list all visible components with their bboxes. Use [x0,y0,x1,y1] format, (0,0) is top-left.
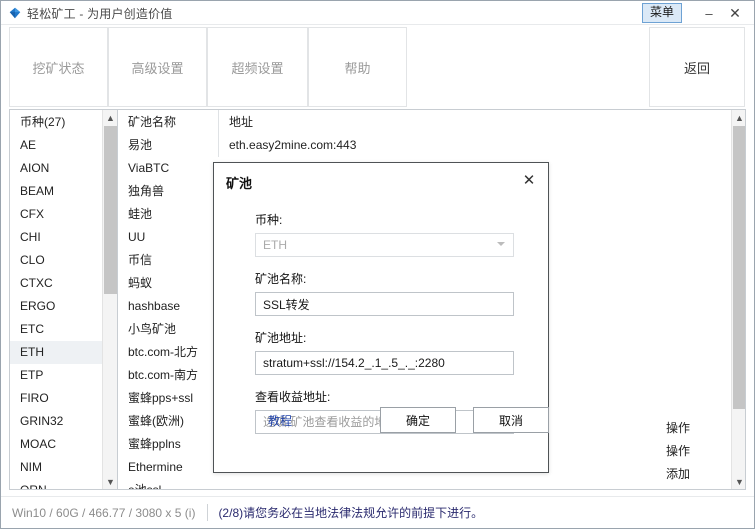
tab-bar: 挖矿状态 高级设置 超频设置 帮助 返回 [1,25,754,109]
earnings-address-field-label: 查看收益地址: [255,390,331,404]
minimize-button[interactable]: – [696,2,722,24]
pool-operations-column: 操作 操作 添加 [666,417,716,486]
pool-name-item[interactable]: btc.com-南方 [118,364,218,387]
pool-scrollbar-thumb[interactable] [733,126,745,409]
pool-name-item[interactable]: 小鸟矿池 [118,318,218,341]
tab-overclock-settings[interactable]: 超频设置 [207,27,308,107]
coin-list-item[interactable]: CTXC [10,272,102,295]
title-bar: 轻松矿工 - 为用户创造价值 菜单 – ✕ [1,1,754,25]
coin-list-pane: 币种(27) AE AION BEAM CFX CHI CLO CTXC ERGO ETC ETH… [10,110,118,489]
pool-name-item[interactable]: Ethermine [118,456,218,479]
coin-list-scrollbar[interactable]: ▲ ▼ [102,110,117,489]
pool-operation-link[interactable]: 操作 [666,417,716,440]
status-divider [207,504,209,521]
pool-operation-link[interactable]: 添加 [666,463,716,486]
pool-name-item[interactable]: UU [118,226,218,249]
pool-name-item[interactable]: ViaBTC [118,157,218,180]
diamond-icon [9,7,21,19]
tab-mining-status[interactable]: 挖矿状态 [9,27,108,107]
chevron-down-icon [497,242,505,246]
status-bar: Win10 / 60G / 466.77 / 3080 x 5 (i) (2/8… [1,497,754,528]
dialog-actions: 教程 确定 取消 [255,407,549,433]
coin-list-item[interactable]: BEAM [10,180,102,203]
pool-name-column: 矿池名称 易池 ViaBTC 独角兽 蛙池 UU 币信 蚂蚁 hashbase 小鸟矿池 btc.… [118,110,218,489]
coin-field-label: 币种: [255,213,283,227]
coin-select[interactable]: ETH [255,233,514,257]
coin-rows: AE AION BEAM CFX CHI CLO CTXC ERGO ETC ETH ETP FIRO… [10,134,102,489]
close-window-button[interactable]: ✕ [722,2,748,24]
pool-name-item[interactable]: 蜜蜂(欧洲) [118,410,218,433]
pool-address-field-label: 矿池地址: [255,331,307,345]
coin-list-item[interactable]: ETP [10,364,102,387]
pool-name-item[interactable]: 蛙池 [118,203,218,226]
pool-name-item[interactable]: 蚂蚁 [118,272,218,295]
pool-name-header: 矿池名称 [128,115,177,129]
coin-list: 币种(27) AE AION BEAM CFX CHI CLO CTXC ERGO ETC ETH… [10,110,102,489]
application-window: 轻松矿工 - 为用户创造价值 菜单 – ✕ 挖矿状态 高级设置 超频设置 帮助 … [0,0,755,529]
dialog-title: 矿池 [226,176,253,191]
coin-list-item[interactable]: GRIN32 [10,410,102,433]
dialog-close-icon[interactable]: ✕ [518,169,540,191]
pool-name-item[interactable]: hashbase [118,295,218,318]
pool-scroll-up-icon[interactable]: ▲ [732,110,745,125]
coin-list-item[interactable]: CLO [10,249,102,272]
scroll-up-icon[interactable]: ▲ [103,110,118,125]
window-title: 轻松矿工 - 为用户创造价值 [27,6,173,21]
pool-address-header: 地址 [229,115,254,129]
pool-address-item: eth.easy2mine.com:443 [229,138,357,152]
coin-list-header: 币种(27) [20,115,66,129]
pool-name-item[interactable]: 蜜蜂pps+ssl [118,387,218,410]
scroll-down-icon[interactable]: ▼ [103,474,118,489]
coin-list-item[interactable]: AION [10,157,102,180]
tab-advanced-settings[interactable]: 高级设置 [108,27,207,107]
pool-address-rows: eth.easy2mine.com:443 [219,134,618,157]
pool-address-column: 地址 eth.easy2mine.com:443 [218,110,618,157]
pool-address-input[interactable] [255,351,514,375]
coin-list-item[interactable]: MOAC [10,433,102,456]
tab-help[interactable]: 帮助 [308,27,407,107]
menu-button[interactable]: 菜单 [641,3,682,23]
pool-scroll-down-icon[interactable]: ▼ [732,474,745,489]
coin-list-item[interactable]: ETC [10,318,102,341]
pool-name-item[interactable]: btc.com-北方 [118,341,218,364]
pool-operation-link[interactable]: 操作 [666,440,716,463]
scrollbar-thumb[interactable] [104,126,117,294]
coin-list-item[interactable]: ETH [10,341,102,364]
back-button[interactable]: 返回 [649,27,745,107]
pool-name-rows: 易池 ViaBTC 独角兽 蛙池 UU 币信 蚂蚁 hashbase 小鸟矿池 btc.com-北… [118,134,218,489]
confirm-button[interactable]: 确定 [380,407,456,433]
tutorial-link[interactable]: 教程 [268,412,292,429]
cancel-button[interactable]: 取消 [473,407,549,433]
pool-name-field-label: 矿池名称: [255,272,307,286]
pool-table-scrollbar[interactable]: ▲ ▼ [731,110,745,489]
legal-notice-text: (2/8)请您务必在当地法律法规允许的前提下进行。 [218,506,484,520]
pool-name-item[interactable]: 蜜蜂pplns [118,433,218,456]
pool-name-item[interactable]: e池ssl [118,479,218,489]
coin-list-item[interactable]: QRN [10,479,102,489]
pool-name-input[interactable] [255,292,514,316]
coin-list-item[interactable]: CFX [10,203,102,226]
coin-list-item[interactable]: ERGO [10,295,102,318]
coin-list-item[interactable]: NIM [10,456,102,479]
coin-list-item[interactable]: FIRO [10,387,102,410]
pool-name-item[interactable]: 币信 [118,249,218,272]
pool-dialog: 矿池 ✕ 币种: ETH 矿池名称: 矿池地址: 查看收益地址: 教程 确定 取… [213,162,549,473]
system-info-text: Win10 / 60G / 466.77 / 3080 x 5 (i) [12,505,196,520]
pool-name-item[interactable]: 易池 [118,134,218,157]
coin-select-value: ETH [263,238,287,252]
coin-list-item[interactable]: AE [10,134,102,157]
pool-name-item[interactable]: 独角兽 [118,180,218,203]
coin-list-item[interactable]: CHI [10,226,102,249]
